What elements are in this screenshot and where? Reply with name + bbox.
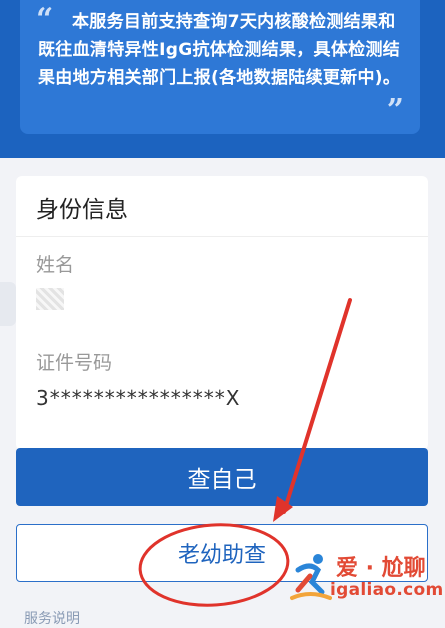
service-info-link[interactable]: 服务说明 bbox=[24, 608, 80, 628]
watermark-title: 爱 · 尬聊 bbox=[336, 556, 426, 581]
header-banner: “ 本服务目前支持查询7天内核酸检测结果和既往血清特异性IgG抗体检测结果，具体… bbox=[0, 0, 445, 158]
id-number-value: 3****************X bbox=[36, 386, 241, 410]
check-self-button[interactable]: 查自己 bbox=[16, 448, 428, 506]
name-label: 姓名 bbox=[36, 254, 75, 276]
watermark: 爱 · 尬聊 igaliao.com bbox=[288, 546, 443, 610]
section-title: 身份信息 bbox=[36, 197, 128, 223]
name-value-redacted bbox=[36, 288, 64, 310]
divider bbox=[16, 236, 428, 237]
watermark-url: igaliao.com bbox=[330, 580, 444, 600]
id-number-label: 证件号码 bbox=[36, 352, 113, 374]
side-tab[interactable] bbox=[0, 282, 16, 326]
close-quote-icon: ” bbox=[386, 93, 404, 128]
service-notice: “ 本服务目前支持查询7天内核酸检测结果和既往血清特异性IgG抗体检测结果，具体… bbox=[20, 0, 420, 134]
running-figure-logo-icon bbox=[290, 554, 332, 600]
notice-text: 本服务目前支持查询7天内核酸检测结果和既往血清特异性IgG抗体检测结果，具体检测… bbox=[38, 12, 401, 88]
identity-card: 身份信息 姓名 证件号码 3****************X bbox=[16, 176, 428, 450]
